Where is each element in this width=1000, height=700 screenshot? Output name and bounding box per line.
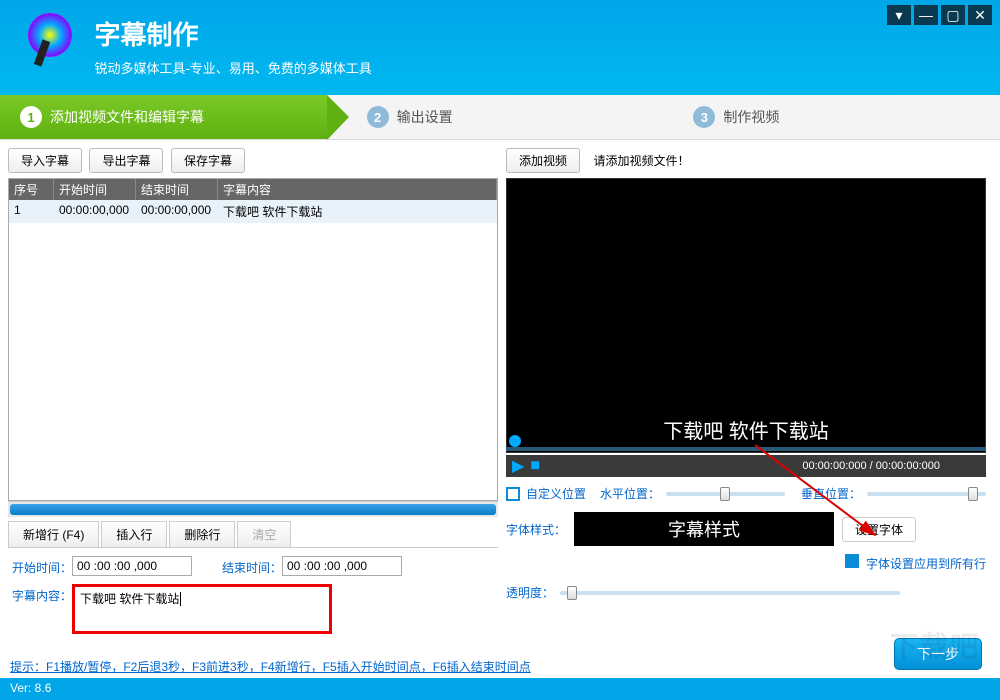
app-title: 字幕制作 [94,15,371,52]
font-style-label: 字体样式： [506,521,566,538]
tab-insert-row[interactable]: 插入行 [101,521,167,547]
start-time-input[interactable] [72,556,192,576]
next-step-button[interactable]: 下一步 [894,638,982,670]
start-time-label: 开始时间： [12,556,72,576]
tab-add-row[interactable]: 新增行 (F4) [8,521,99,547]
v-pos-label: 垂直位置： [801,485,861,502]
h-pos-slider[interactable] [666,492,785,496]
subtitle-grid: 序号 开始时间 结束时间 字幕内容 1 00:00:00,000 00:00:0… [8,178,498,501]
close-button[interactable]: ✕ [968,5,992,25]
font-style-preview: 字幕样式 [574,512,834,546]
import-subtitle-button[interactable]: 导入字幕 [8,148,82,173]
end-time-input[interactable] [282,556,402,576]
add-video-button[interactable]: 添加视频 [506,148,580,173]
maximize-button[interactable]: ▢ [941,5,965,25]
export-subtitle-button[interactable]: 导出字幕 [89,148,163,173]
apply-all-label: 字体设置应用到所有行 [866,557,986,571]
apply-all-checkbox[interactable] [845,554,859,568]
step-2[interactable]: 2输出设置 [327,95,674,139]
end-time-label: 结束时间： [222,556,282,576]
restore-down-button[interactable]: ▾ [887,5,911,25]
subtitle-content-input[interactable]: 下载吧 软件下载站 [72,584,332,634]
step-3-label: 制作视频 [723,107,779,127]
col-content: 字幕内容 [218,179,497,200]
step-2-label: 输出设置 [397,107,453,127]
set-font-button[interactable]: 设置字体 [842,517,916,542]
window-controls: ▾ — ▢ ✕ [887,5,992,25]
keyboard-hint: 提示：F1播放/暂停，F2后退3秒，F3前进3秒，F4新增行，F5插入开始时间点… [0,658,1000,675]
grid-scrollbar[interactable] [8,501,498,517]
col-num: 序号 [9,179,54,200]
add-video-prompt: 请添加视频文件！ [593,154,689,168]
app-logo-icon [20,10,80,75]
play-button[interactable]: ▶ [512,456,524,476]
step-1[interactable]: 1添加视频文件和编辑字幕 [0,95,327,139]
col-end: 结束时间 [136,179,218,200]
step-3[interactable]: 3制作视频 [673,95,1000,139]
content-label: 字幕内容： [12,584,72,604]
timecode: 00:00:00:000 / 00:00:00:000 [802,460,940,472]
status-bar: Ver: 8.6 [0,678,1000,700]
seek-thumb[interactable] [509,435,521,447]
tab-clear[interactable]: 清空 [237,521,291,547]
opacity-label: 透明度： [506,584,554,601]
table-row[interactable]: 1 00:00:00,000 00:00:00,000 下载吧 软件下载站 [9,200,497,223]
version-label: Ver: 8.6 [10,681,51,695]
custom-position-checkbox[interactable] [506,487,520,501]
step-nav: 1添加视频文件和编辑字幕 2输出设置 3制作视频 [0,95,1000,140]
titlebar: ▾ — ▢ ✕ 字幕制作 锐动多媒体工具-专业、易用、免费的多媒体工具 [0,0,1000,95]
save-subtitle-button[interactable]: 保存字幕 [171,148,245,173]
playback-bar: ▶ ■ 00:00:00:000 / 00:00:00:000 [506,455,986,477]
opacity-slider[interactable] [560,591,900,595]
minimize-button[interactable]: — [914,5,938,25]
app-subtitle: 锐动多媒体工具-专业、易用、免费的多媒体工具 [94,58,371,77]
step-1-label: 添加视频文件和编辑字幕 [50,107,204,127]
custom-position-label: 自定义位置 [526,485,586,502]
seek-track[interactable] [506,447,986,451]
tab-delete-row[interactable]: 删除行 [169,521,235,547]
stop-button[interactable]: ■ [530,457,540,475]
h-pos-label: 水平位置： [600,485,660,502]
video-subtitle-overlay: 下载吧 软件下载站 [663,415,829,444]
col-start: 开始时间 [54,179,136,200]
v-pos-slider[interactable] [867,492,986,496]
video-preview: 下载吧 软件下载站 [506,178,986,453]
